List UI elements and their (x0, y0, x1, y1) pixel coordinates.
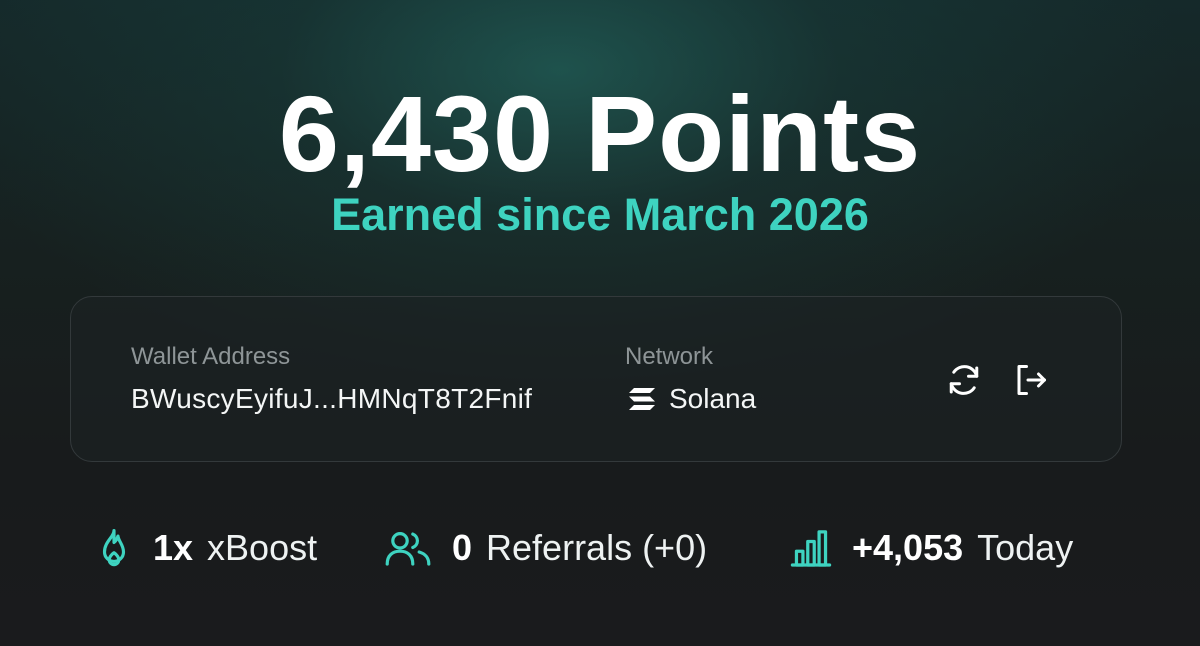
referrals-label: Referrals (+0) (486, 527, 708, 568)
boost-label: xBoost (207, 527, 318, 568)
stat-boost: 1x xBoost (95, 524, 317, 572)
network-value-row: Solana (627, 383, 756, 415)
network-value: Solana (669, 383, 757, 414)
network-label: Network (625, 343, 714, 370)
stats-row: 1x xBoost 0 Referrals (+0) +4,053 Today (0, 524, 1200, 572)
referrals-value: 0 (452, 527, 473, 568)
points-total: 6,430 Points (278, 73, 922, 194)
refresh-icon (946, 362, 982, 398)
wallet-card: Wallet Address BWuscyEyifuJ...HMNqT8T2Fn… (70, 296, 1122, 462)
bar-chart-icon (790, 528, 832, 568)
users-icon (384, 528, 432, 568)
stat-referrals: 0 Referrals (+0) (384, 524, 707, 572)
wallet-address-label: Wallet Address (131, 343, 291, 370)
logout-icon (1013, 362, 1049, 398)
logout-button[interactable] (1011, 360, 1051, 400)
points-subtitle: Earned since March 2026 (331, 189, 869, 240)
refresh-button[interactable] (944, 360, 984, 400)
wallet-address-value: BWuscyEyifuJ...HMNqT8T2Fnif (131, 383, 533, 414)
flame-icon (95, 527, 133, 569)
today-label: Today (977, 527, 1074, 568)
today-value: +4,053 (852, 527, 964, 568)
stat-today: +4,053 Today (790, 524, 1073, 572)
solana-logo-icon (627, 386, 657, 412)
boost-value: 1x (153, 527, 194, 568)
